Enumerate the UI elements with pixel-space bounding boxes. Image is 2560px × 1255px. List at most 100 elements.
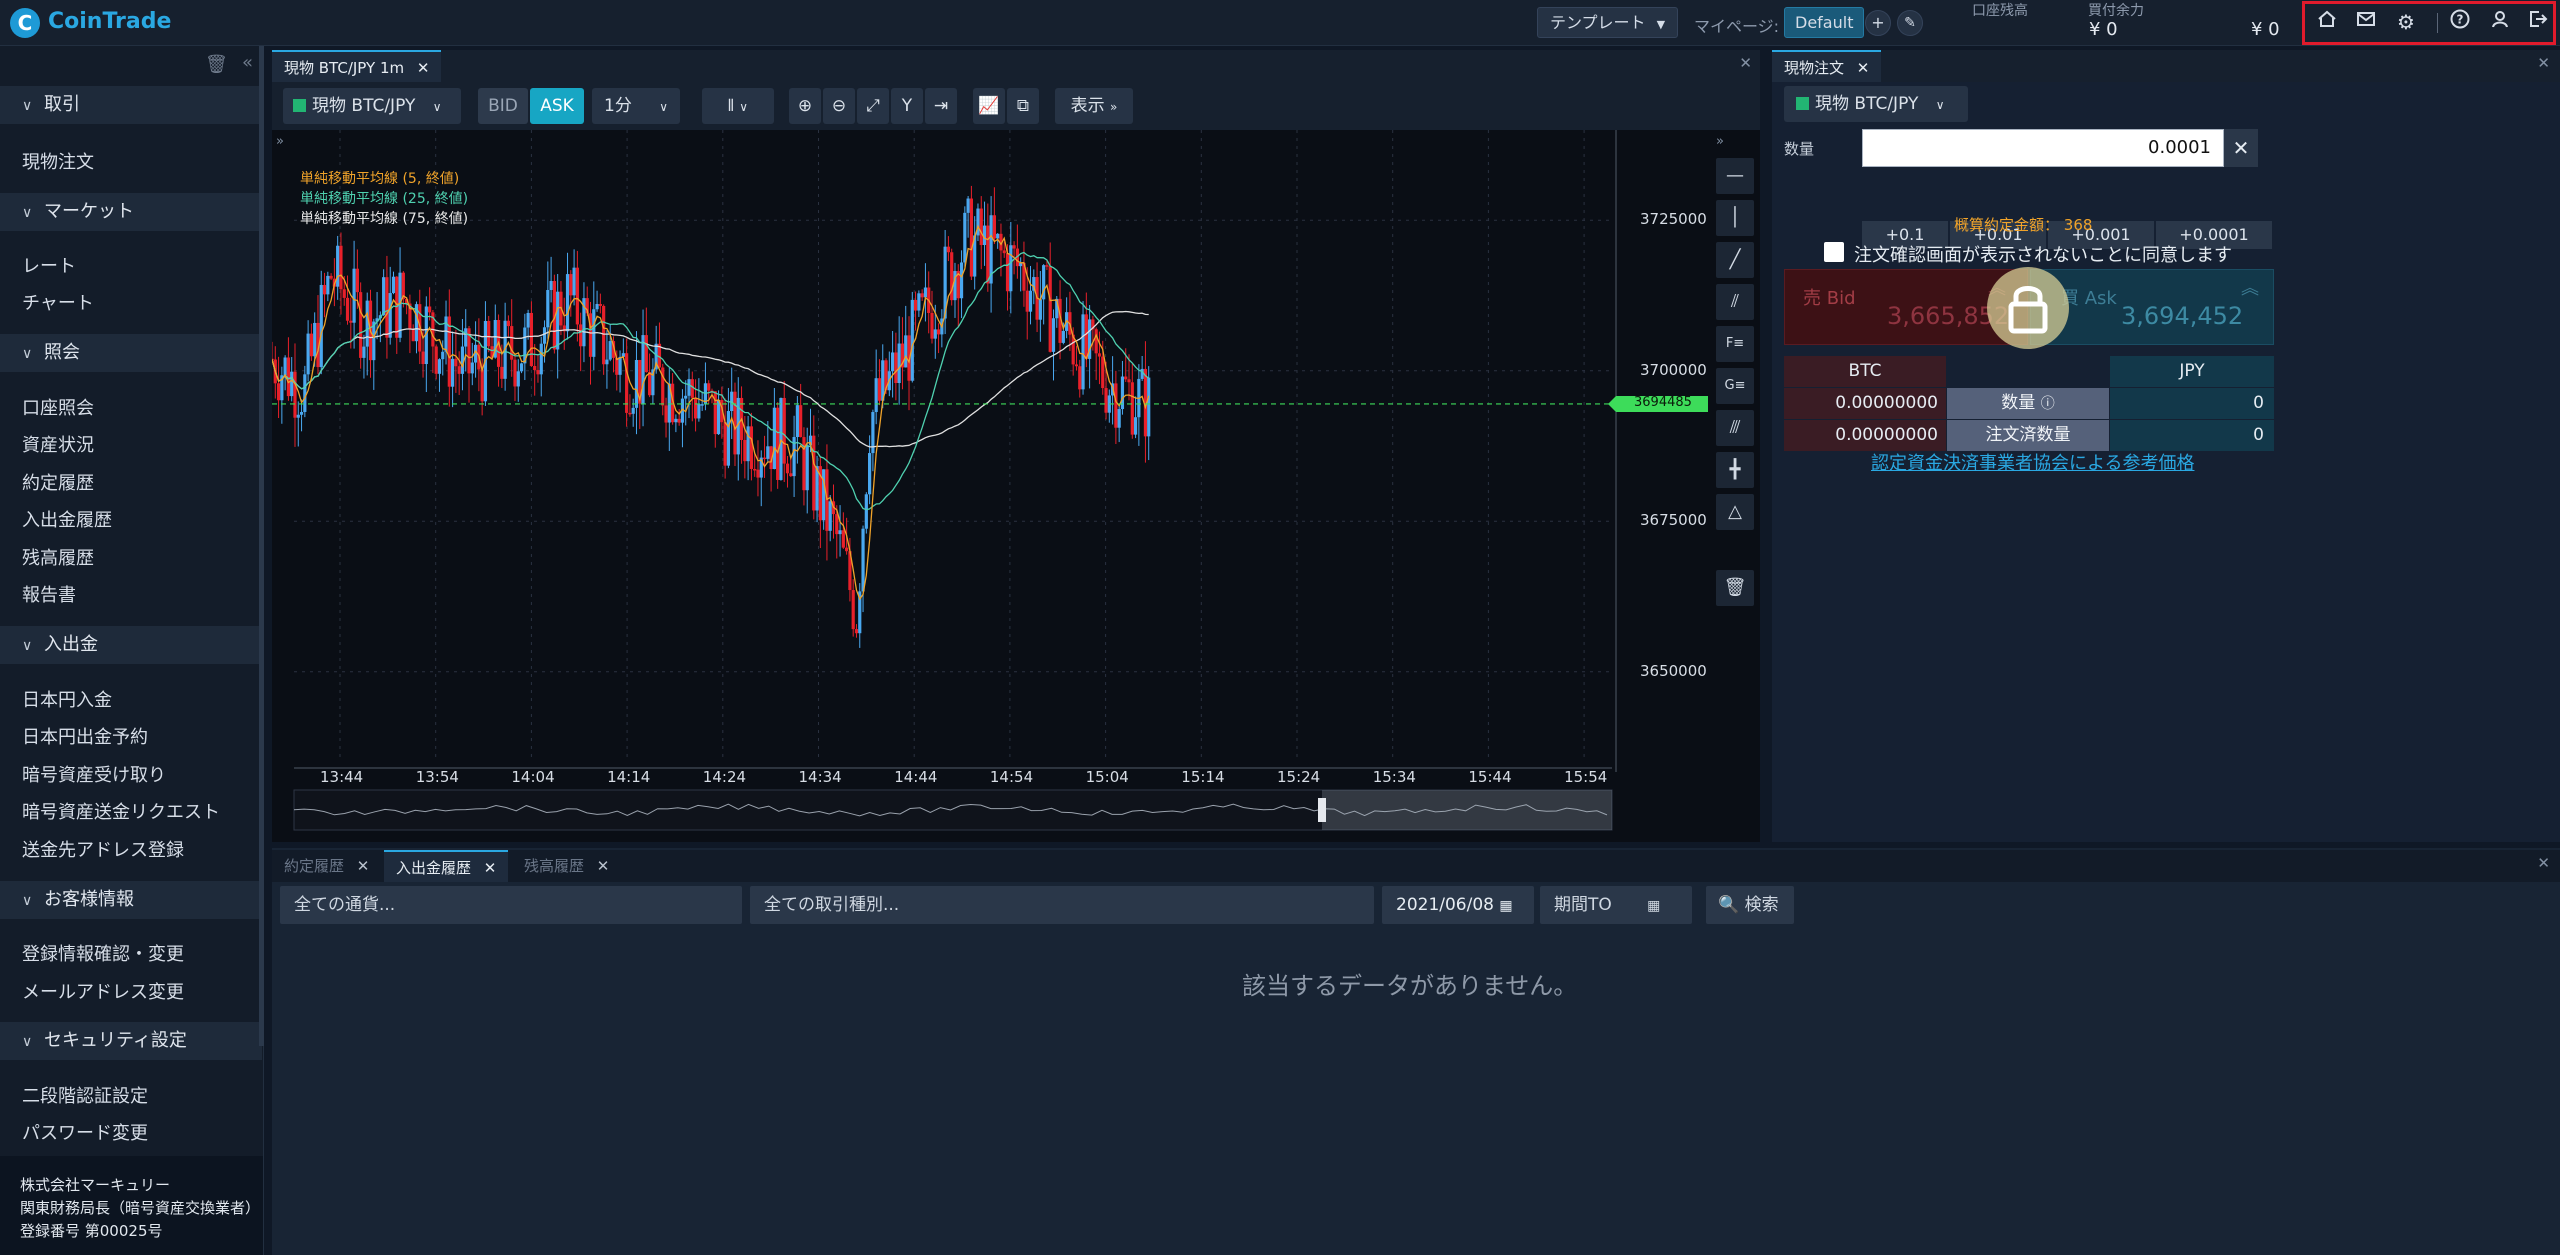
candle-body: [726, 411, 731, 466]
tab-chart[interactable]: 現物 BTC/JPY 1m ✕: [272, 50, 442, 82]
reference-price-link[interactable]: 認定資金決済事業者協会による参考価格: [1871, 449, 2194, 475]
tab-deposit-history[interactable]: 入出金履歴 ✕: [384, 850, 509, 882]
qty-input[interactable]: 0.0001: [1862, 129, 2224, 167]
crosshair-tool[interactable]: ╋: [1716, 452, 1754, 488]
sidebar-section-deposit[interactable]: ∨ 入出金: [0, 626, 262, 664]
sidebar-section-trade[interactable]: ∨ 取引: [0, 86, 262, 124]
sidebar-item-2fa[interactable]: 二段階認証設定: [22, 1082, 148, 1108]
vertical-line-tool[interactable]: │: [1716, 200, 1754, 236]
confirm-checkbox[interactable]: [1824, 242, 1844, 262]
chevron-down-icon: ∨: [432, 100, 442, 114]
parallel-line-tool[interactable]: ⫽: [1716, 284, 1754, 320]
close-icon[interactable]: ✕: [2537, 54, 2550, 72]
sidebar-item-profile[interactable]: 登録情報確認・変更: [22, 940, 184, 966]
sidebar-item-reports[interactable]: 報告書: [22, 581, 76, 607]
sidebar-item-trade-history[interactable]: 約定履歴: [22, 469, 94, 495]
indicator-button[interactable]: 📈: [973, 88, 1005, 124]
sidebar-item-email[interactable]: メールアドレス変更: [22, 978, 184, 1004]
fibonacci-tool[interactable]: F≡: [1716, 326, 1754, 362]
expand-right-icon[interactable]: »: [1716, 134, 1724, 149]
sidebar-item-crypto-send[interactable]: 暗号資産送金リクエスト: [22, 798, 220, 824]
candle-body: [428, 306, 432, 313]
interval-select[interactable]: 1分 ∨: [592, 88, 680, 124]
ordered-row-label: 注文済数量: [1947, 420, 2109, 451]
sidebar-item-spot-order[interactable]: 現物注文: [22, 148, 94, 174]
sidebar-section-security[interactable]: ∨ セキュリティ設定: [0, 1022, 262, 1060]
zoom-out-button[interactable]: ⊖: [823, 88, 855, 124]
sidebar-scrollbar[interactable]: [259, 46, 264, 1046]
sidebar-item-rate[interactable]: レート: [22, 252, 76, 278]
sidebar-item-assets[interactable]: 資産状況: [22, 431, 94, 457]
home-icon[interactable]: [2313, 8, 2341, 36]
scroll-end-button[interactable]: ⇥: [925, 88, 957, 124]
bid-toggle[interactable]: BID: [478, 88, 528, 124]
tab-balance-history[interactable]: 残高履歴 ✕: [512, 850, 621, 882]
mail-icon[interactable]: [2352, 8, 2380, 36]
triangle-tool[interactable]: △: [1716, 494, 1754, 530]
type-filter[interactable]: 全ての取引種別...: [750, 886, 1374, 924]
order-symbol-select[interactable]: 現物 BTC/JPY ∨: [1784, 86, 1968, 122]
sidebar-item-account[interactable]: 口座照会: [22, 394, 94, 420]
horizontal-line-tool[interactable]: —: [1716, 158, 1754, 194]
gann-tool[interactable]: G≡: [1716, 368, 1754, 404]
date-to-input[interactable]: 期間TO ▦: [1540, 886, 1692, 924]
sidebar-item-address[interactable]: 送金先アドレス登録: [22, 836, 184, 862]
price-chart[interactable]: [272, 130, 1760, 842]
symbol-select[interactable]: 現物 BTC/JPY ∨: [283, 88, 461, 124]
help-icon[interactable]: ?: [2446, 8, 2474, 36]
channel-tool[interactable]: ⫻: [1716, 410, 1754, 446]
sidebar-item-jpy-deposit[interactable]: 日本円入金: [22, 686, 112, 712]
ask-toggle[interactable]: ASK: [530, 88, 584, 124]
close-icon[interactable]: ✕: [357, 857, 370, 875]
mypage-select[interactable]: Default: [1784, 7, 1865, 38]
close-icon[interactable]: ✕: [1857, 59, 1870, 77]
candle-body: [835, 514, 839, 535]
sidebar-section-inquiry[interactable]: ∨ 照会: [0, 334, 262, 372]
lock-overlay[interactable]: [1987, 267, 2069, 349]
close-icon[interactable]: ✕: [1739, 54, 1752, 72]
sidebar-item-crypto-receive[interactable]: 暗号資産受け取り: [22, 761, 166, 787]
fit-button[interactable]: ⤢: [857, 88, 889, 124]
search-button[interactable]: 🔍 検索: [1706, 886, 1794, 924]
scroll-end-icon: ⇥: [933, 96, 949, 116]
trend-line-tool[interactable]: ╱: [1716, 242, 1754, 278]
user-icon[interactable]: [2486, 8, 2514, 36]
chart-type-select[interactable]: 𝍪 ∨: [702, 88, 774, 124]
tab-trade-history[interactable]: 約定履歴 ✕: [272, 850, 381, 882]
collapse-icon[interactable]: «: [242, 52, 253, 73]
currency-filter[interactable]: 全ての通貨...: [280, 886, 742, 924]
clear-qty-button[interactable]: ✕: [2224, 129, 2258, 167]
screenshot-button[interactable]: ⧉: [1007, 88, 1039, 124]
display-menu-button[interactable]: 表示 »: [1055, 88, 1133, 124]
close-icon[interactable]: ✕: [597, 857, 610, 875]
y-scale-button[interactable]: Y: [891, 88, 923, 124]
sidebar-item-balance-history[interactable]: 残高履歴: [22, 544, 94, 570]
zoom-in-button[interactable]: ⊕: [789, 88, 821, 124]
candle-body: [776, 407, 780, 480]
gear-icon[interactable]: ⚙: [2392, 8, 2420, 36]
expand-left-icon[interactable]: »: [276, 134, 284, 149]
candle-body: [1130, 382, 1134, 435]
close-icon[interactable]: ✕: [484, 859, 497, 877]
chart-area[interactable]: [272, 130, 1760, 842]
template-button[interactable]: テンプレート ▼: [1537, 7, 1679, 38]
candle-body: [359, 292, 363, 358]
sidebar-item-password[interactable]: パスワード変更: [22, 1119, 148, 1145]
sidebar-section-market[interactable]: ∨ マーケット: [0, 193, 262, 231]
date-from-input[interactable]: 2021/06/08 ▦: [1382, 886, 1534, 924]
edit-page-button[interactable]: ✎: [1897, 10, 1923, 36]
logout-icon[interactable]: [2524, 8, 2552, 36]
sidebar-item-deposit-history[interactable]: 入出金履歴: [22, 506, 112, 532]
tab-spot-order[interactable]: 現物注文 ✕: [1772, 50, 1882, 82]
delete-drawings-button[interactable]: 🗑: [1716, 570, 1754, 606]
y-tick-label: 3650000: [1640, 661, 1707, 680]
add-page-button[interactable]: +: [1865, 10, 1891, 36]
info-icon[interactable]: ⓘ: [2041, 396, 2055, 412]
close-icon[interactable]: ✕: [2537, 854, 2550, 872]
sidebar-section-customer[interactable]: ∨ お客様情報: [0, 881, 262, 919]
close-icon[interactable]: ✕: [417, 59, 430, 77]
sidebar-item-chart[interactable]: チャート: [22, 289, 94, 315]
sidebar-item-jpy-withdraw[interactable]: 日本円出金予約: [22, 723, 148, 749]
trash-icon[interactable]: 🗑: [205, 54, 228, 75]
candle-body: [536, 370, 540, 375]
